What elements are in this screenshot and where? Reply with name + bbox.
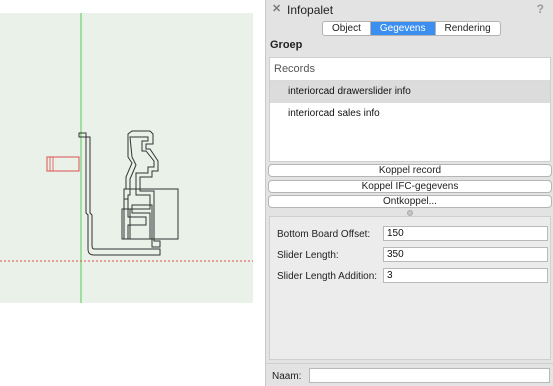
tab-gegevens[interactable]: Gegevens bbox=[370, 22, 436, 35]
record-fields-panel: Bottom Board Offset: Slider Length: Slid… bbox=[269, 216, 551, 360]
bottom-board-offset-input[interactable] bbox=[383, 226, 548, 241]
close-icon[interactable]: ✕ bbox=[272, 2, 281, 15]
tab-object[interactable]: Object bbox=[323, 22, 371, 35]
palette-tabs: Object Gegevens Rendering bbox=[322, 21, 501, 36]
records-header: Records bbox=[270, 58, 550, 81]
records-list: Records interiorcad drawerslider info in… bbox=[269, 57, 551, 162]
detach-button[interactable]: Ontkoppel... bbox=[268, 195, 552, 208]
slider-length-input[interactable] bbox=[383, 247, 548, 262]
field-label-bottom-board-offset: Bottom Board Offset: bbox=[277, 229, 371, 240]
drawing-canvas[interactable] bbox=[0, 13, 253, 303]
attach-ifc-button[interactable]: Koppel IFC-gegevens bbox=[268, 180, 552, 193]
slider-profile bbox=[78, 130, 179, 256]
palette-title: Infopalet bbox=[287, 3, 334, 17]
object-type-label: Groep bbox=[270, 39, 303, 51]
field-label-slider-length: Slider Length: bbox=[277, 250, 339, 261]
help-icon[interactable]: ? bbox=[537, 2, 544, 16]
drawerslider-drawing bbox=[0, 13, 253, 303]
slider-length-addition-input[interactable] bbox=[383, 268, 548, 283]
name-label: Naam: bbox=[272, 371, 302, 382]
field-label-slider-length-addition: Slider Length Addition: bbox=[277, 271, 378, 282]
red-rectangle bbox=[46, 156, 80, 172]
record-item-drawerslider-info[interactable]: interiorcad drawerslider info bbox=[270, 81, 550, 103]
name-footer: Naam: bbox=[266, 363, 553, 386]
palette-titlebar[interactable]: ✕ Infopalet ? bbox=[266, 0, 553, 19]
tab-rendering[interactable]: Rendering bbox=[436, 22, 500, 35]
record-item-sales-info[interactable]: interiorcad sales info bbox=[270, 103, 550, 125]
attach-record-button[interactable]: Koppel record bbox=[268, 164, 552, 177]
info-palette: ✕ Infopalet ? Object Gegevens Rendering … bbox=[265, 0, 553, 386]
name-input[interactable] bbox=[309, 368, 550, 383]
